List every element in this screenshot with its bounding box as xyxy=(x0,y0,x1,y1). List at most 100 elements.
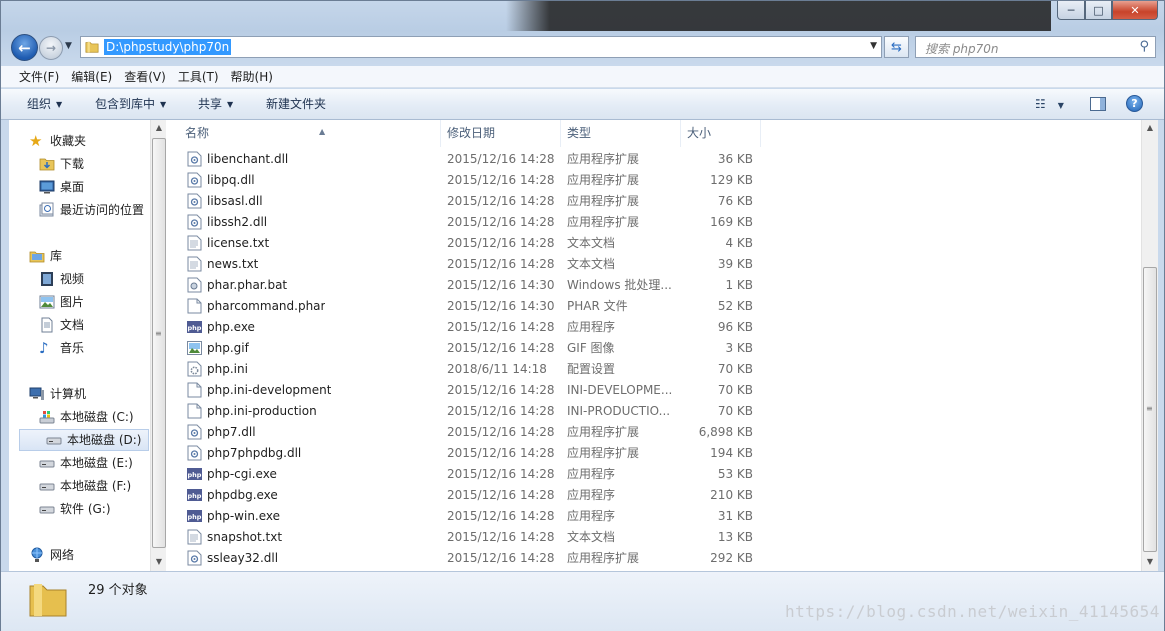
file-type: 应用程序扩展 xyxy=(567,194,640,208)
file-row[interactable]: ssleay32.dll 2015/12/16 14:28 应用程序扩展 292 KB xyxy=(166,548,1141,569)
nav-item-music[interactable]: ♪ 音乐 xyxy=(39,337,84,359)
desktop-icon xyxy=(39,180,55,194)
nav-item-drive-d[interactable]: 本地磁盘 (D:) xyxy=(19,429,149,451)
nav-item-pictures[interactable]: 图片 xyxy=(39,291,84,313)
column-header-date[interactable]: 修改日期 xyxy=(441,120,561,147)
nav-item-drive-g[interactable]: 软件 (G:) xyxy=(39,498,111,520)
nav-item-drive-e[interactable]: 本地磁盘 (E:) xyxy=(39,452,133,474)
network-label: 网络 xyxy=(50,548,75,562)
refresh-icon: ⇆ xyxy=(891,39,902,55)
chevron-down-icon: ▼ xyxy=(227,100,234,109)
file-date: 2015/12/16 14:28 xyxy=(447,257,555,271)
nav-label: 本地磁盘 (E:) xyxy=(60,456,133,470)
column-header-size[interactable]: 大小 xyxy=(681,120,761,147)
file-row[interactable]: libsasl.dll 2015/12/16 14:28 应用程序扩展 76 KB xyxy=(166,191,1141,212)
address-path[interactable]: D:\phpstudy\php70n xyxy=(104,39,232,55)
address-bar[interactable]: D:\phpstudy\php70n ▼ xyxy=(80,36,882,58)
file-name: php.ini-development xyxy=(207,383,332,397)
nav-item-documents[interactable]: 文档 xyxy=(39,314,84,336)
network-icon xyxy=(31,547,43,562)
nav-item-downloads[interactable]: 下载 xyxy=(39,153,84,175)
nav-pane-scrollbar[interactable]: ▲ ≡ ▼ xyxy=(150,120,167,571)
back-button[interactable]: ← xyxy=(11,34,38,61)
nav-item-recent-places[interactable]: 最近访问的位置 xyxy=(39,199,144,221)
scroll-down-icon[interactable]: ▼ xyxy=(1142,554,1158,570)
recent-places-icon xyxy=(39,202,54,217)
column-header-name[interactable]: 名称 ▲ xyxy=(179,120,441,147)
scroll-up-icon[interactable]: ▲ xyxy=(1142,120,1158,136)
blank-file-icon xyxy=(187,298,202,314)
file-row[interactable]: php.ini 2018/6/11 14:18 配置设置 70 KB xyxy=(166,359,1141,380)
recent-pages-dropdown[interactable]: ▼ xyxy=(65,41,72,51)
file-type: 应用程序扩展 xyxy=(567,215,640,229)
nav-item-desktop[interactable]: 桌面 xyxy=(39,176,84,198)
menu-help[interactable]: 帮助(H) xyxy=(225,66,279,87)
scroll-up-icon[interactable]: ▲ xyxy=(151,120,167,136)
file-type: 文本文档 xyxy=(567,236,616,250)
file-list-scrollbar[interactable]: ▲ ≡ ▼ xyxy=(1141,120,1158,571)
menu-tools[interactable]: 工具(T) xyxy=(172,66,225,87)
favorites-header[interactable]: ★ 收藏夹 xyxy=(29,130,86,152)
column-header-label: 大小 xyxy=(687,126,712,140)
file-row[interactable]: php phpdbg.exe 2015/12/16 14:28 应用程序 210 KB xyxy=(166,485,1141,506)
close-button[interactable]: ✕ xyxy=(1112,1,1158,20)
minimize-button[interactable]: ─ xyxy=(1057,1,1085,20)
nav-item-videos[interactable]: 视频 xyxy=(39,268,84,290)
file-row[interactable]: news.txt 2015/12/16 14:28 文本文档 39 KB xyxy=(166,254,1141,275)
file-name: phpdbg.exe xyxy=(207,488,278,502)
file-row[interactable]: libenchant.dll 2015/12/16 14:28 应用程序扩展 36 K… xyxy=(166,149,1141,170)
share-button[interactable]: 共享 ▼ xyxy=(198,89,233,121)
file-row[interactable]: libpq.dll 2015/12/16 14:28 应用程序扩展 129 KB xyxy=(166,170,1141,191)
nav-label: 视频 xyxy=(60,272,85,286)
file-row[interactable]: php php-cgi.exe 2015/12/16 14:28 应用程序 53 KB xyxy=(166,464,1141,485)
new-folder-button[interactable]: 新建文件夹 xyxy=(266,89,326,120)
chevron-down-icon: ▼ xyxy=(1057,101,1064,110)
file-row[interactable]: snapshot.txt 2015/12/16 14:28 文本文档 13 KB xyxy=(166,527,1141,548)
file-row[interactable]: php.ini-development 2015/12/16 14:28 INI-D… xyxy=(166,380,1141,401)
menu-file[interactable]: 文件(F) xyxy=(13,66,65,87)
file-row[interactable]: php7.dll 2015/12/16 14:28 应用程序扩展 6,898 KB xyxy=(166,422,1141,443)
file-row[interactable]: php.gif 2015/12/16 14:28 GIF 图像 3 KB xyxy=(166,338,1141,359)
scroll-down-icon[interactable]: ▼ xyxy=(151,554,167,570)
organize-label: 组织 xyxy=(27,97,52,111)
help-icon[interactable]: ? xyxy=(1126,95,1143,112)
scroll-thumb[interactable] xyxy=(152,138,166,548)
file-row[interactable]: php7phpdbg.dll 2015/12/16 14:28 应用程序扩展 194 … xyxy=(166,443,1141,464)
libraries-header[interactable]: 库 xyxy=(29,245,62,267)
preview-pane-icon[interactable] xyxy=(1090,97,1106,111)
file-row[interactable]: php.ini-production 2015/12/16 14:28 INI-PR… xyxy=(166,401,1141,422)
file-size: 70 KB xyxy=(717,383,753,397)
file-date: 2015/12/16 14:28 xyxy=(447,530,555,544)
refresh-button[interactable]: ⇆ xyxy=(884,36,909,58)
nav-item-drive-f[interactable]: 本地磁盘 (F:) xyxy=(39,475,131,497)
search-input[interactable]: 搜索 php70n ⚲ xyxy=(915,36,1156,58)
address-dropdown-icon[interactable]: ▼ xyxy=(870,41,877,51)
file-row[interactable]: php php.exe 2015/12/16 14:28 应用程序 96 KB xyxy=(166,317,1141,338)
nav-item-drive-c[interactable]: 本地磁盘 (C:) xyxy=(39,406,134,428)
file-row[interactable]: libssh2.dll 2015/12/16 14:28 应用程序扩展 169 KB xyxy=(166,212,1141,233)
favorites-label: 收藏夹 xyxy=(50,134,87,148)
file-type: 应用程序扩展 xyxy=(567,446,640,460)
file-date: 2015/12/16 14:28 xyxy=(447,404,555,418)
file-type: PHAR 文件 xyxy=(567,299,628,313)
network-header[interactable]: 网络 xyxy=(29,544,74,566)
computer-header[interactable]: 计算机 xyxy=(29,383,86,405)
menu-view[interactable]: 查看(V) xyxy=(118,66,172,87)
folder-icon xyxy=(29,584,67,617)
organize-button[interactable]: 组织 ▼ xyxy=(27,89,62,121)
search-icon[interactable]: ⚲ xyxy=(1139,39,1149,54)
file-row[interactable]: phar.phar.bat 2015/12/16 14:30 Windows 批处理… xyxy=(166,275,1141,296)
file-row[interactable]: license.txt 2015/12/16 14:28 文本文档 4 KB xyxy=(166,233,1141,254)
file-date: 2015/12/16 14:30 xyxy=(447,278,555,292)
file-name: libssh2.dll xyxy=(207,215,268,229)
file-row[interactable]: php php-win.exe 2015/12/16 14:28 应用程序 31 KB xyxy=(166,506,1141,527)
change-view-button[interactable]: ☷ ▼ xyxy=(1035,97,1064,111)
column-header-type[interactable]: 类型 xyxy=(561,120,681,147)
maximize-button[interactable]: □ xyxy=(1085,1,1112,20)
text-file-icon xyxy=(187,235,202,251)
menu-edit[interactable]: 编辑(E) xyxy=(65,66,118,87)
file-row[interactable]: pharcommand.phar 2015/12/16 14:30 PHAR 文件 5… xyxy=(166,296,1141,317)
include-library-button[interactable]: 包含到库中 ▼ xyxy=(95,89,166,121)
forward-button[interactable]: → xyxy=(39,36,63,60)
file-name: php.exe xyxy=(207,320,255,334)
